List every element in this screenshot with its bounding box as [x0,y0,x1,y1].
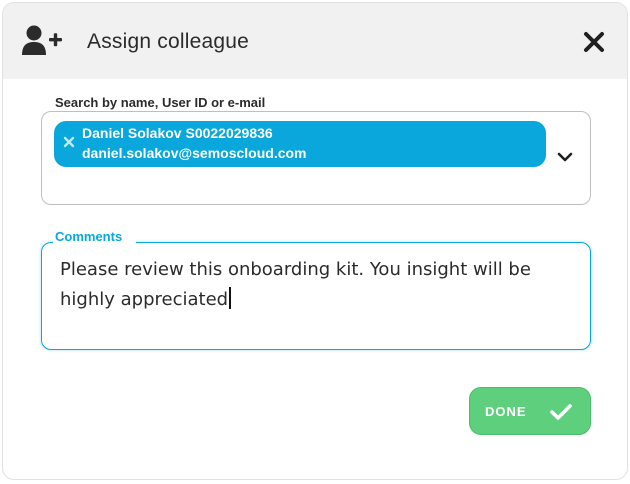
remove-chip-icon[interactable] [62,135,76,149]
close-icon[interactable] [581,29,607,55]
colleague-search-input[interactable]: Daniel Solakov S0022029836 daniel.solako… [41,111,591,205]
assign-colleague-dialog: Assign colleague Search by name, User ID… [2,2,628,480]
dialog-header: Assign colleague [3,3,627,79]
done-label: DONE [485,404,527,419]
comments-label: Comments [53,229,137,244]
add-user-icon [22,25,66,61]
search-label: Search by name, User ID or e-mail [53,95,270,110]
comments-textarea[interactable]: Please review this onboarding kit. You i… [41,242,591,350]
chip-email: daniel.solakov@semoscloud.com [82,145,307,161]
selected-colleague-chip: Daniel Solakov S0022029836 daniel.solako… [54,121,546,167]
text-cursor [229,287,231,309]
done-button[interactable]: DONE [469,387,591,435]
comments-value: Please review this onboarding kit. You i… [60,259,531,310]
checkmark-icon [549,402,573,422]
dialog-title: Assign colleague [87,30,249,53]
chevron-down-icon[interactable] [556,150,574,162]
chip-name-id: Daniel Solakov S0022029836 [82,125,273,141]
